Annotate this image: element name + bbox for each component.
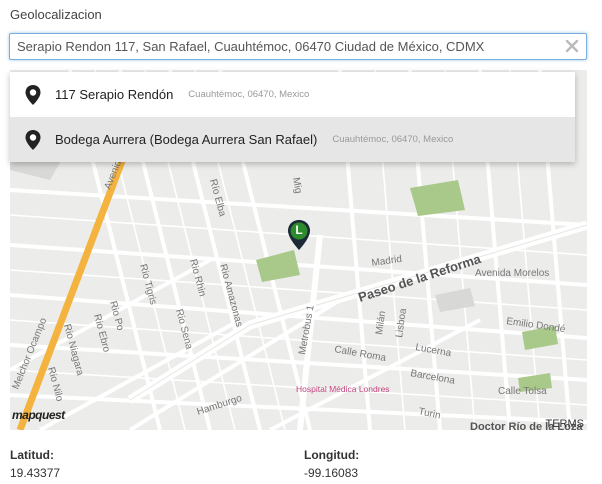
longitude-label: Longitud: <box>304 448 360 462</box>
longitude-value: -99.16083 <box>304 466 359 480</box>
suggestion-item[interactable]: 117 Serapio Rendón Cuauhtémoc, 06470, Me… <box>10 72 575 117</box>
location-pin-icon <box>25 129 41 150</box>
suggestions-dropdown: 117 Serapio Rendón Cuauhtémoc, 06470, Me… <box>10 72 575 162</box>
address-search-input[interactable] <box>10 34 555 59</box>
clear-icon[interactable] <box>564 38 580 54</box>
search-box[interactable] <box>9 33 587 60</box>
mapquest-logo: mapquest <box>12 408 65 422</box>
marker-letter: L <box>295 223 303 237</box>
location-marker[interactable]: L <box>287 219 311 251</box>
suggestion-name: Bodega Aurrera (Bodega Aurrera San Rafae… <box>55 132 318 147</box>
location-pin-icon <box>25 84 41 105</box>
terms-link[interactable]: TERMS <box>546 418 585 430</box>
latitude-value: 19.43377 <box>10 466 61 480</box>
latitude-label: Latitud: <box>10 448 54 462</box>
suggestion-detail: Cuauhtémoc, 06470, Mexico <box>188 89 310 100</box>
geolocation-label: Geolocalizacion <box>10 7 102 22</box>
suggestion-name: 117 Serapio Rendón <box>55 87 174 102</box>
suggestion-item[interactable]: Bodega Aurrera (Bodega Aurrera San Rafae… <box>10 117 575 162</box>
suggestion-detail: Cuauhtémoc, 06470, Mexico <box>332 134 454 145</box>
